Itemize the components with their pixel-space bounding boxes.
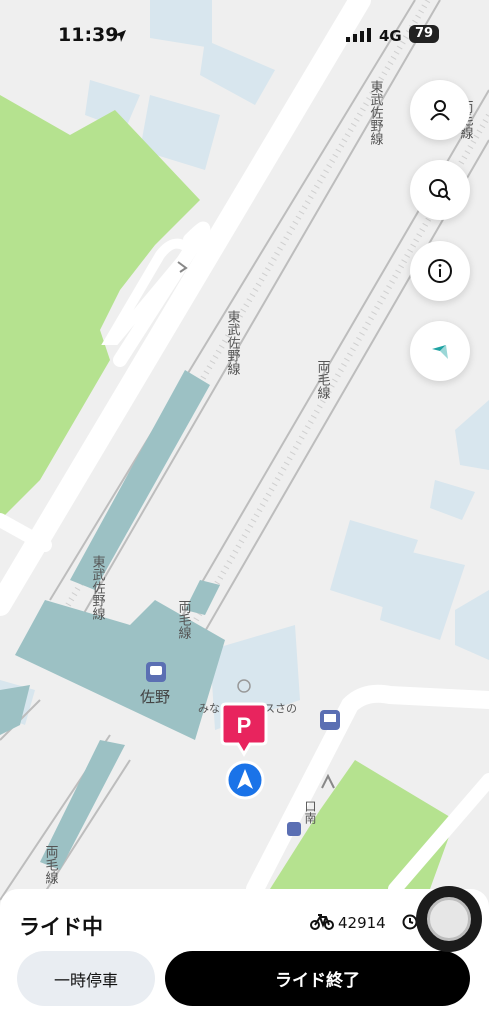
label-exit: 口南 bbox=[303, 800, 317, 824]
status-bar: 11:39 4G 79 bbox=[0, 0, 489, 60]
location-arrow-icon bbox=[114, 30, 126, 42]
assistive-touch-button[interactable] bbox=[416, 886, 482, 952]
current-location-icon bbox=[225, 760, 265, 800]
label-station: 佐野 bbox=[140, 688, 170, 706]
label-tobu-line-top: 東武佐野線 bbox=[368, 79, 384, 145]
info-button[interactable] bbox=[410, 241, 470, 301]
pause-button[interactable]: 一時停車 bbox=[17, 951, 155, 1006]
search-location-icon bbox=[429, 179, 451, 201]
ride-status: ライド中 bbox=[19, 915, 103, 939]
signal-icon bbox=[346, 28, 371, 42]
train-station-icon[interactable] bbox=[146, 662, 166, 682]
label-tobu-line-low: 東武佐野線 bbox=[90, 554, 106, 620]
svg-text:P: P bbox=[237, 713, 252, 738]
network-type: 4G bbox=[379, 27, 402, 45]
exit-icon bbox=[287, 822, 301, 836]
map-view[interactable]: 東武佐野線 両毛線 東武佐野線 両毛線 東武佐野線 両毛線 両毛線 佐野 みなと… bbox=[0, 0, 489, 1024]
search-location-button[interactable] bbox=[410, 160, 470, 220]
info-icon bbox=[428, 259, 452, 283]
person-icon bbox=[430, 100, 450, 121]
label-ryomo-line-low: 両毛線 bbox=[176, 600, 192, 639]
end-ride-button[interactable]: ライド終了 bbox=[165, 951, 470, 1006]
compass-icon bbox=[432, 345, 448, 359]
label-ryomo-line-bottom: 両毛線 bbox=[43, 845, 59, 884]
compass-button[interactable] bbox=[410, 321, 470, 381]
assistive-touch-icon bbox=[427, 897, 471, 941]
battery-indicator: 79 bbox=[409, 25, 439, 43]
bicycle-icon bbox=[310, 914, 334, 930]
bike-number: 42914 bbox=[338, 914, 386, 932]
profile-button[interactable] bbox=[410, 80, 470, 140]
label-ryomo-line-mid: 両毛線 bbox=[315, 360, 331, 399]
status-time: 11:39 bbox=[58, 24, 119, 46]
bus-stop-icon[interactable] bbox=[320, 710, 340, 730]
label-tobu-line-mid: 東武佐野線 bbox=[225, 309, 241, 375]
